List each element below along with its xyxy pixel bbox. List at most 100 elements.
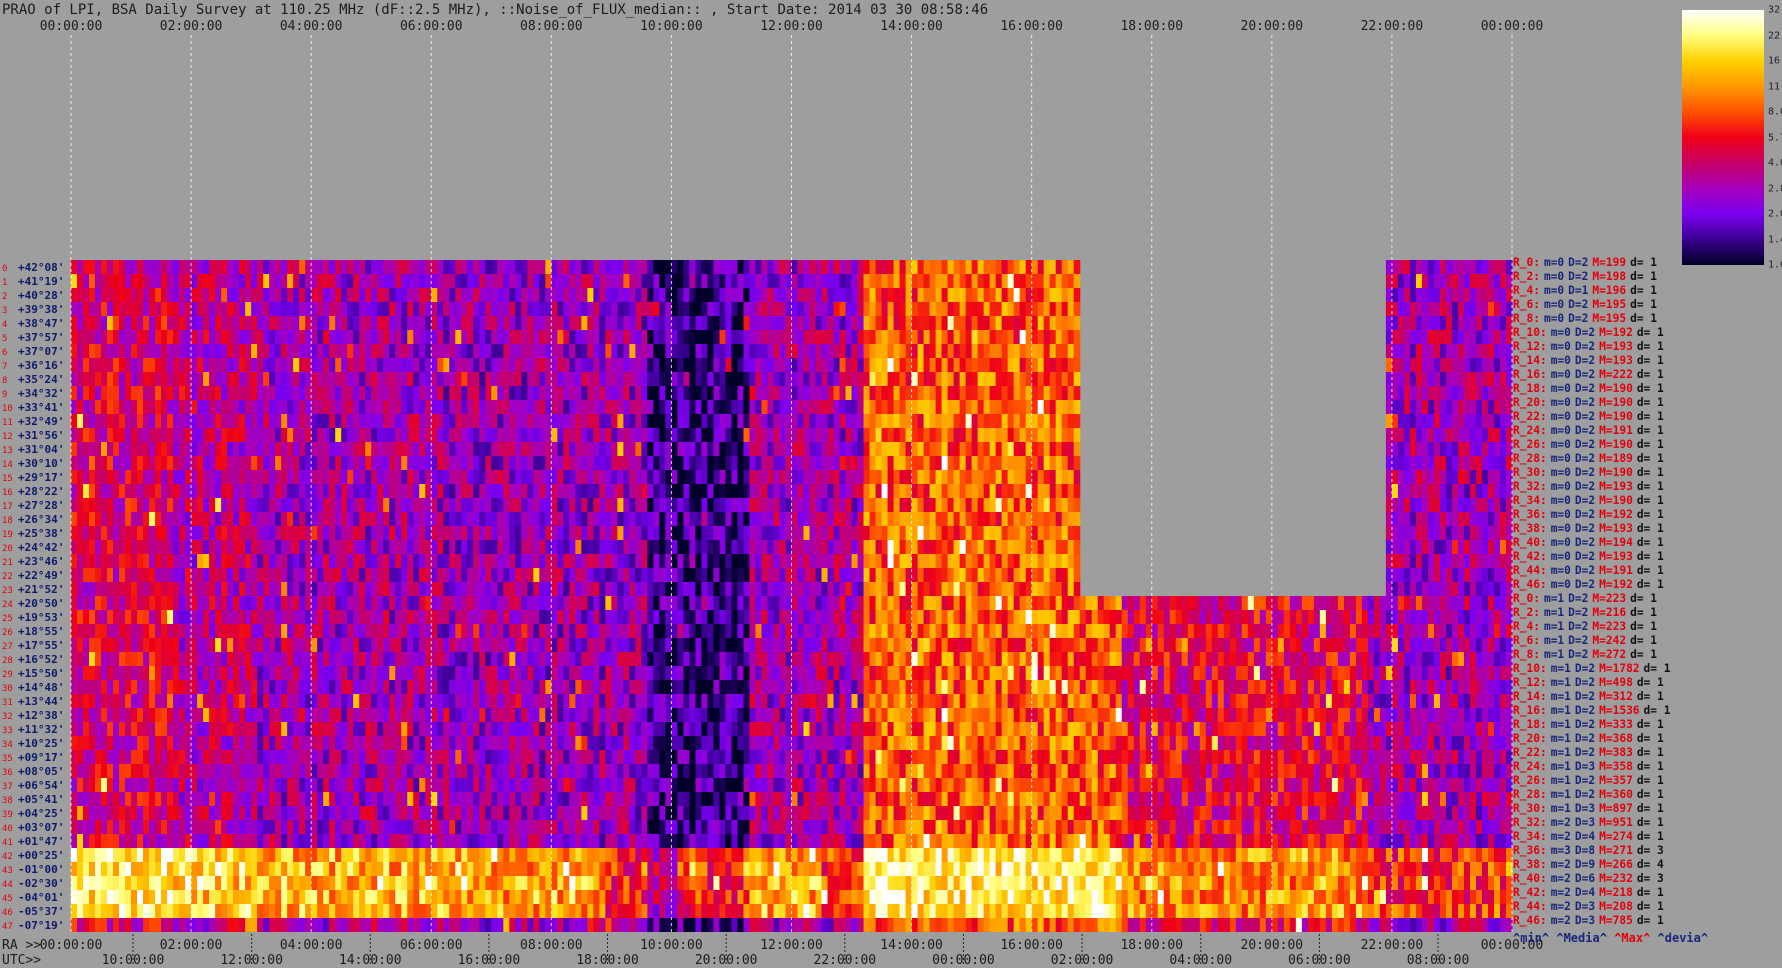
row-stat-dev: d= 1 xyxy=(1636,382,1664,395)
row-stat: R_40: m=0 D=2 M=194 d= 1 xyxy=(1513,536,1675,550)
declination-label: +25°38' xyxy=(18,527,64,540)
declination-label: +29°17' xyxy=(18,471,64,484)
declination-label: +35°24' xyxy=(18,373,64,386)
row-stat-dev: d= 4 xyxy=(1636,858,1664,871)
row-index-label: 3 xyxy=(2,306,7,316)
declination-label: +24°42' xyxy=(18,541,64,554)
row-stat-min: m=1 xyxy=(1550,802,1571,815)
row-index-label: 34 xyxy=(2,740,13,750)
row-stat-max: M=223 xyxy=(1592,592,1627,605)
declination-label: +14°48' xyxy=(18,681,64,694)
row-stat-max: M=222 xyxy=(1599,368,1633,381)
row-stat-max: M=951 xyxy=(1599,816,1633,829)
row-stat-max: M=333 xyxy=(1599,718,1633,731)
stats-legend-footer: ^min^ ^Media^ ^Max^ ^devia^ xyxy=(1513,931,1708,945)
row-stat-d: D=2 xyxy=(1574,662,1596,675)
row-stat-label: R_40: xyxy=(1513,536,1547,549)
row-stat: R_8: m=1 D=2 M=272 d= 1 xyxy=(1513,648,1675,662)
legend-deviation: ^devia^ xyxy=(1657,931,1709,945)
row-stat-label: R_14: xyxy=(1513,690,1547,703)
row-stat-dev: d= 1 xyxy=(1636,718,1664,731)
row-index-label: 23 xyxy=(2,586,13,596)
row-stat-min: m=0 xyxy=(1550,522,1571,535)
row-stat-label: R_44: xyxy=(1513,900,1547,913)
row-stat-label: R_32: xyxy=(1513,480,1547,493)
row-stat: R_18: m=0 D=2 M=190 d= 1 xyxy=(1513,382,1675,396)
row-index-label: 6 xyxy=(2,348,7,358)
utc-tick-label: 16:00:00 xyxy=(458,953,521,968)
row-stat-d: D=3 xyxy=(1574,914,1596,927)
row-stat-min: m=0 xyxy=(1550,396,1571,409)
row-stat: R_26: m=0 D=2 M=190 d= 1 xyxy=(1513,438,1675,452)
utc-tick-label: 06:00:00 xyxy=(1288,953,1351,968)
declination-label: +03°07' xyxy=(18,821,64,834)
row-index-label: 26 xyxy=(2,628,13,638)
declination-label: +23°46' xyxy=(18,555,64,568)
declination-label: +31°04' xyxy=(18,443,64,456)
colorbar-tick-label: 11.3 xyxy=(1768,81,1782,92)
row-stat-d: D=3 xyxy=(1574,760,1596,773)
row-stat-min: m=1 xyxy=(1543,648,1565,661)
row-stat-d: D=2 xyxy=(1574,508,1596,521)
row-stat-label: R_32: xyxy=(1513,816,1547,829)
row-index-label: 38 xyxy=(2,796,13,806)
row-stat: R_38: m=0 D=2 M=193 d= 1 xyxy=(1513,522,1675,536)
declination-label: +11°32' xyxy=(18,723,64,736)
row-stat-min: m=1 xyxy=(1543,620,1565,633)
row-stat-d: D=2 xyxy=(1574,774,1596,787)
row-stat-dev: d= 1 xyxy=(1636,788,1664,801)
row-stat-dev: d= 1 xyxy=(1636,550,1664,563)
row-stat-dev: d= 1 xyxy=(1636,900,1664,913)
colorbar-tick-label: 1.4 xyxy=(1768,234,1782,245)
row-stat: R_38: m=2 D=9 M=266 d= 4 xyxy=(1513,858,1675,872)
row-stat-min: m=0 xyxy=(1550,354,1571,367)
declination-label: +17°55' xyxy=(18,639,64,652)
utc-tick-label: 20:00:00 xyxy=(695,953,758,968)
ra-tick-label: 14:00:00 xyxy=(880,938,943,953)
row-stat-label: R_6: xyxy=(1513,634,1540,647)
row-stat-label: R_0: xyxy=(1513,592,1540,605)
legend-min: ^min^ xyxy=(1513,931,1550,945)
row-stat-max: M=368 xyxy=(1599,732,1633,745)
row-stat-d: D=2 xyxy=(1574,732,1596,745)
row-index-label: 30 xyxy=(2,684,13,694)
colorbar-tick-label: 4.0 xyxy=(1768,157,1782,169)
declination-label: +28°22' xyxy=(18,485,64,498)
row-stat-label: R_28: xyxy=(1513,788,1547,801)
row-stat-dev: d= 1 xyxy=(1636,774,1664,787)
row-index-label: 29 xyxy=(2,670,13,680)
row-stat: R_28: m=1 D=2 M=360 d= 1 xyxy=(1513,788,1675,802)
row-stat-min: m=0 xyxy=(1550,424,1571,437)
row-stat-label: R_42: xyxy=(1513,550,1547,563)
row-index-label: 32 xyxy=(2,712,13,722)
row-stat-dev: d= 1 xyxy=(1636,326,1664,339)
row-stat-max: M=232 xyxy=(1599,872,1633,885)
declination-label: +32°49' xyxy=(18,415,64,428)
declination-label: -02°30' xyxy=(18,877,64,890)
row-index-label: 17 xyxy=(2,502,13,512)
row-stat-max: M=383 xyxy=(1599,746,1633,759)
row-stat-max: M=1536 xyxy=(1599,704,1640,717)
colorbar-tick-label: 22.6 xyxy=(1768,30,1782,41)
ra-tick-label: 22:00:00 xyxy=(1361,938,1424,953)
ra-tick-label: 08:00:00 xyxy=(520,938,583,953)
row-stat: R_32: m=0 D=2 M=193 d= 1 xyxy=(1513,480,1675,494)
ra-tick-label: 16:00:00 xyxy=(1000,938,1063,953)
row-stat-min: m=1 xyxy=(1550,690,1571,703)
row-stat-d: D=2 xyxy=(1574,522,1596,535)
row-stat-dev: d= 1 xyxy=(1636,438,1664,451)
row-stat-label: R_24: xyxy=(1513,760,1547,773)
row-stat-max: M=208 xyxy=(1599,900,1633,913)
declination-label: +40°28' xyxy=(18,289,64,302)
utc-tick-label: 04:00:00 xyxy=(1169,953,1232,968)
declination-label: +09°17' xyxy=(18,751,64,764)
row-stat-min: m=0 xyxy=(1550,340,1571,353)
utc-axis-label: UTC>> xyxy=(2,953,41,968)
row-stat-min: m=2 xyxy=(1550,858,1571,871)
row-stat-dev: d= 1 xyxy=(1636,354,1664,367)
row-stat: R_16: m=1 D=2 M=1536 d= 1 xyxy=(1513,704,1675,718)
row-stat-max: M=190 xyxy=(1599,410,1633,423)
utc-tick-label: 22:00:00 xyxy=(814,953,877,968)
row-stat-label: R_30: xyxy=(1513,466,1547,479)
row-stat-dev: d= 1 xyxy=(1636,816,1664,829)
